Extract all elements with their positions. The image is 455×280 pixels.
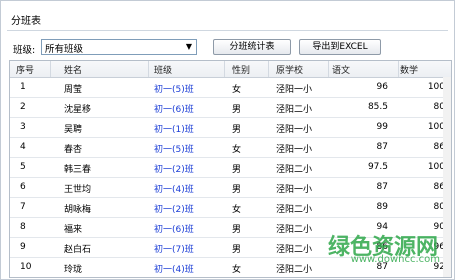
cell-name: 王世均 bbox=[64, 185, 92, 195]
cell-gender: 男 bbox=[232, 245, 242, 255]
cell-gender: 男 bbox=[232, 105, 242, 115]
cell-index: 8 bbox=[20, 222, 26, 232]
cell-index: 9 bbox=[20, 242, 26, 252]
col-divider bbox=[328, 61, 329, 77]
watermark-url: www.downcc.com bbox=[350, 254, 440, 265]
cell-class: 初一(4)班 bbox=[154, 265, 194, 275]
col-header-gender[interactable]: 性别 bbox=[232, 63, 250, 76]
cell-chinese: 85.5 bbox=[367, 102, 388, 112]
cell-class: 初一(2)班 bbox=[154, 165, 194, 175]
window-frame: 分班表 班级: 所有班级 ▼ 分班统计表 导出到EXCEL 序号 姓名 班级 性… bbox=[0, 0, 455, 280]
cell-school: 泾阳二小 bbox=[276, 205, 313, 215]
cell-gender: 男 bbox=[232, 165, 242, 175]
col-header-math[interactable]: 数学 bbox=[400, 63, 418, 76]
cell-gender: 女 bbox=[232, 85, 242, 95]
col-header-school[interactable]: 原学校 bbox=[276, 63, 303, 76]
cell-gender: 女 bbox=[232, 145, 242, 155]
table-row[interactable]: 3 吴聘 初一(1)班男泾阳一小 99 100 bbox=[10, 118, 451, 138]
cell-class: 初一(1)班 bbox=[154, 125, 194, 135]
cell-school: 泾阳一小 bbox=[276, 125, 313, 135]
grid-header: 序号 姓名 班级 性别 原学校 语文 数学 bbox=[10, 61, 451, 78]
col-header-class[interactable]: 班级 bbox=[154, 63, 172, 76]
cell-index: 2 bbox=[20, 102, 26, 112]
cell-class: 初一(6)班 bbox=[154, 225, 194, 235]
cell-name: 韩三春 bbox=[64, 165, 92, 175]
cell-school: 泾阳一小 bbox=[276, 145, 313, 155]
cell-index: 1 bbox=[20, 82, 26, 92]
cell-class: 初一(7)班 bbox=[154, 245, 194, 255]
cell-school: 泾阳二小 bbox=[276, 265, 313, 275]
cell-school: 泾阳二小 bbox=[276, 245, 313, 255]
cell-index: 5 bbox=[20, 162, 26, 172]
cell-school: 泾阳二小 bbox=[276, 105, 313, 115]
cell-chinese: 89 bbox=[376, 202, 388, 212]
cell-chinese: 87 bbox=[376, 182, 388, 192]
cell-index: 7 bbox=[20, 202, 26, 212]
stats-button[interactable]: 分班统计表 bbox=[213, 39, 291, 55]
cell-gender: 男 bbox=[232, 185, 242, 195]
cell-gender: 女 bbox=[232, 265, 242, 275]
col-header-index[interactable]: 序号 bbox=[16, 63, 34, 76]
class-select-value: 所有班级 bbox=[45, 44, 84, 55]
col-divider bbox=[224, 61, 225, 77]
vertical-scrollbar[interactable] bbox=[443, 77, 451, 277]
table-row[interactable]: 1 周莹 初一(5)班女泾阳一小 96 100 bbox=[10, 78, 451, 98]
chevron-down-icon[interactable]: ▼ bbox=[183, 41, 195, 53]
cell-chinese: 87 bbox=[376, 142, 388, 152]
cell-index: 10 bbox=[20, 262, 32, 272]
export-excel-button[interactable]: 导出到EXCEL bbox=[299, 39, 381, 55]
table-row[interactable]: 5 韩三春 初一(2)班男泾阳二小 97.5 100 bbox=[10, 158, 451, 178]
cell-class: 初一(5)班 bbox=[154, 85, 194, 95]
cell-chinese: 97.5 bbox=[367, 162, 388, 172]
cell-school: 泾阳一小 bbox=[276, 85, 313, 95]
cell-class: 初一(4)班 bbox=[154, 185, 194, 195]
col-divider bbox=[398, 61, 399, 77]
class-select[interactable]: 所有班级 ▼ bbox=[41, 39, 197, 55]
cell-gender: 女 bbox=[232, 205, 242, 215]
cell-class: 初一(6)班 bbox=[154, 105, 194, 115]
table-row[interactable]: 2 沈星移 初一(6)班男泾阳二小 85.5 80 bbox=[10, 98, 451, 118]
cell-name: 沈星移 bbox=[64, 105, 92, 115]
cell-name: 福来 bbox=[64, 225, 83, 235]
col-header-name[interactable]: 姓名 bbox=[64, 63, 82, 76]
col-divider bbox=[148, 61, 149, 77]
table-row[interactable]: 7 胡咏梅 初一(2)班女泾阳二小 89 80 bbox=[10, 198, 451, 218]
cell-name: 胡咏梅 bbox=[64, 205, 92, 215]
table-row[interactable]: 6 王世均 初一(4)班男泾阳一小 87 86 bbox=[10, 178, 451, 198]
cell-name: 玲珑 bbox=[64, 265, 83, 275]
cell-index: 4 bbox=[20, 142, 26, 152]
window-title: 分班表 bbox=[11, 16, 41, 27]
cell-gender: 男 bbox=[232, 125, 242, 135]
cell-class: 初一(2)班 bbox=[154, 205, 194, 215]
cell-school: 泾阳一小 bbox=[276, 185, 313, 195]
col-divider bbox=[50, 61, 51, 77]
cell-index: 3 bbox=[20, 122, 26, 132]
title-divider bbox=[7, 30, 448, 31]
cell-school: 泾阳二小 bbox=[276, 225, 313, 235]
col-divider bbox=[268, 61, 269, 77]
cell-chinese: 99 bbox=[376, 122, 388, 132]
cell-chinese: 96 bbox=[376, 82, 388, 92]
cell-class: 初一(5)班 bbox=[154, 145, 194, 155]
table-row[interactable]: 4 春杏 初一(5)班女泾阳一小 87 86 bbox=[10, 138, 451, 158]
cell-name: 赵白石 bbox=[64, 245, 92, 255]
col-header-chinese[interactable]: 语文 bbox=[332, 63, 350, 76]
cell-school: 泾阳二小 bbox=[276, 165, 313, 175]
cell-gender: 男 bbox=[232, 225, 242, 235]
class-filter-label: 班级: bbox=[13, 45, 36, 56]
cell-name: 吴聘 bbox=[64, 125, 83, 135]
cell-index: 6 bbox=[20, 182, 26, 192]
cell-name: 春杏 bbox=[64, 145, 83, 155]
cell-name: 周莹 bbox=[64, 85, 83, 95]
